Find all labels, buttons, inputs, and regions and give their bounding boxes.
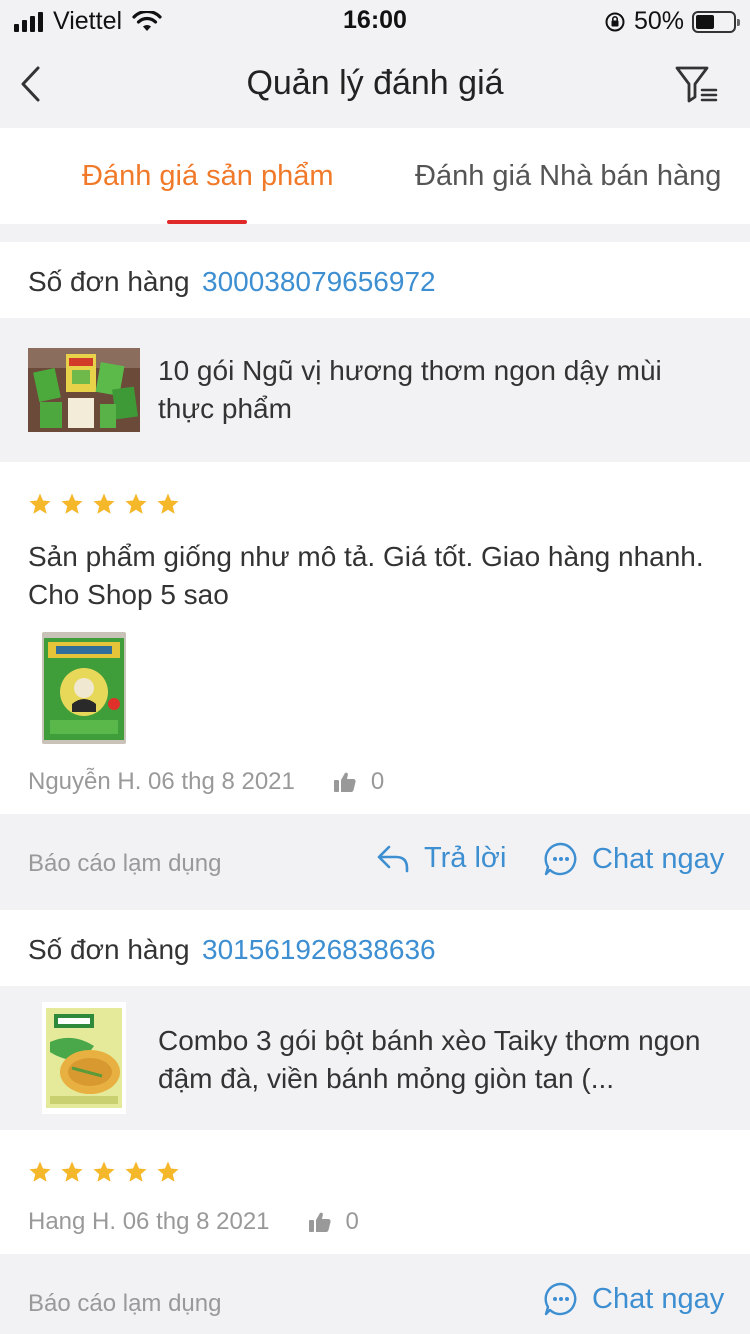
- status-bar: Viettel 16:00 50%: [0, 0, 750, 40]
- order-header: Số đơn hàng 301561926838636: [0, 910, 750, 986]
- chat-bubble-icon: [544, 842, 577, 876]
- like-count: 0: [345, 1208, 359, 1235]
- filter-button[interactable]: [674, 64, 720, 106]
- review-meta: Nguyễn H. 06 thg 8 2021 0: [28, 768, 384, 796]
- orientation-lock-icon: [605, 12, 625, 31]
- star-icon: [93, 493, 115, 514]
- order-label: Số đơn hàng: [28, 266, 190, 297]
- review-photo[interactable]: [42, 632, 126, 744]
- battery-percent: 50%: [633, 7, 684, 35]
- star-icon: [29, 1161, 51, 1182]
- reply-button[interactable]: Trả lời: [376, 842, 506, 875]
- filter-icon: [675, 66, 718, 103]
- battery-level: [696, 14, 714, 29]
- product-row[interactable]: 10 gói Ngũ vị hương thơm ngon dậy mùi th…: [0, 318, 750, 462]
- reply-icon: [377, 845, 409, 872]
- review-meta: Hang H. 06 thg 8 2021 0: [28, 1208, 359, 1236]
- thumbs-up-icon[interactable]: [333, 771, 357, 793]
- product-row[interactable]: Combo 3 gói bột bánh xèo Taiky thơm ngon…: [0, 986, 750, 1130]
- report-abuse-link[interactable]: Báo cáo lạm dụng: [28, 850, 221, 878]
- star-icon: [29, 493, 51, 514]
- rating-stars: [28, 1160, 180, 1184]
- reply-label: Trả lời: [424, 842, 507, 874]
- order-number-link[interactable]: 300038079656972: [202, 266, 436, 298]
- order-number-link[interactable]: 301561926838636: [202, 934, 436, 966]
- star-icon: [157, 493, 179, 514]
- chat-now-button[interactable]: Chat ngay: [544, 1282, 724, 1316]
- star-icon: [157, 1161, 179, 1182]
- order-label: Số đơn hàng: [28, 934, 190, 965]
- review-card: Sản phẩm giống như mô tả. Giá tốt. Giao …: [0, 462, 750, 814]
- reviewer-date: Hang H. 06 thg 8 2021: [28, 1208, 270, 1235]
- tab-seller-reviews[interactable]: Đánh giá Nhà bán hàng: [415, 160, 721, 193]
- product-name: 10 gói Ngũ vị hương thơm ngon dậy mùi th…: [158, 355, 662, 424]
- report-abuse-link[interactable]: Báo cáo lạm dụng: [28, 1290, 221, 1318]
- nav-bar: Quản lý đánh giá: [0, 40, 750, 128]
- review-actions: Báo cáo lạm dụng Chat ngay: [0, 1254, 750, 1334]
- star-icon: [125, 1161, 147, 1182]
- thumbs-up-icon[interactable]: [308, 1211, 332, 1233]
- star-icon: [93, 1161, 115, 1182]
- product-name: Combo 3 gói bột bánh xèo Taiky thơm ngon…: [158, 1025, 701, 1094]
- page-title: Quản lý đánh giá: [246, 64, 504, 102]
- tab-indicator: [167, 220, 247, 224]
- chat-now-button[interactable]: Chat ngay: [544, 842, 724, 876]
- review-text: Sản phẩm giống như mô tả. Giá tốt. Giao …: [28, 541, 704, 610]
- tab-product-reviews[interactable]: Đánh giá sản phẩm: [82, 160, 334, 193]
- chat-now-label: Chat ngay: [592, 1282, 725, 1315]
- product-thumbnail: [28, 348, 140, 432]
- star-icon: [125, 493, 147, 514]
- star-icon: [61, 493, 83, 514]
- product-thumbnail: [42, 1002, 126, 1114]
- chat-bubble-icon: [544, 1282, 577, 1316]
- rating-stars: [28, 492, 180, 516]
- status-right: 50%: [604, 7, 740, 36]
- like-count: 0: [370, 768, 385, 795]
- chat-now-label: Chat ngay: [592, 842, 725, 875]
- review-actions: Báo cáo lạm dụng Trả lời Chat ngay: [0, 814, 750, 910]
- battery-icon: [692, 10, 740, 33]
- tab-bar: Đánh giá sản phẩm Đánh giá Nhà bán hàng: [0, 128, 750, 224]
- order-header: Số đơn hàng 300038079656972: [0, 242, 750, 318]
- reviewer-date: Nguyễn H. 06 thg 8 2021: [28, 768, 295, 795]
- star-icon: [61, 1161, 83, 1182]
- review-card: Hang H. 06 thg 8 2021 0: [0, 1130, 750, 1254]
